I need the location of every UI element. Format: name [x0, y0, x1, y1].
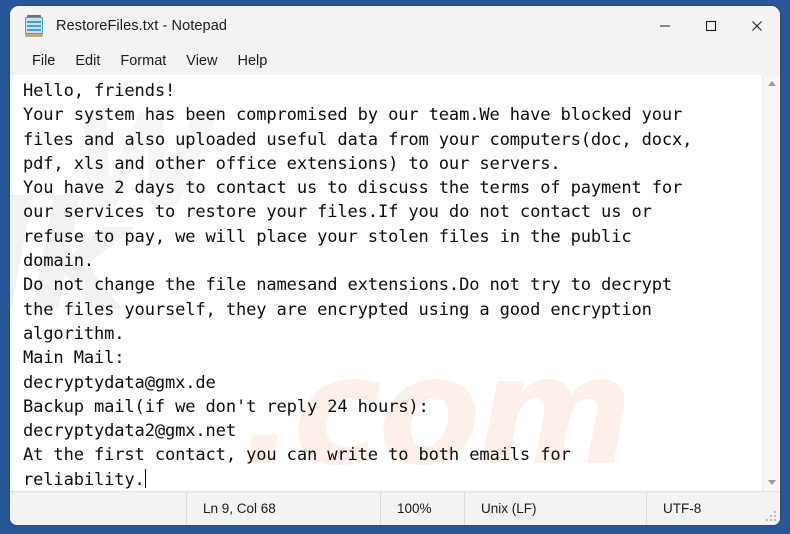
editor-area: W lk .com Hello, friends! Your system ha…	[10, 75, 780, 491]
minimize-icon	[660, 25, 670, 27]
menu-item-edit[interactable]: Edit	[65, 50, 110, 72]
window-controls	[642, 6, 780, 46]
minimize-button[interactable]	[642, 6, 688, 46]
text-caret	[144, 468, 147, 488]
scroll-up-button[interactable]	[763, 75, 780, 92]
title-bar[interactable]: RestoreFiles.txt - Notepad	[10, 6, 780, 46]
vertical-scrollbar[interactable]	[762, 75, 780, 491]
menu-item-help[interactable]: Help	[227, 50, 277, 72]
notepad-icon	[24, 15, 44, 37]
menu-item-view[interactable]: View	[176, 50, 227, 72]
menu-item-file[interactable]: File	[22, 50, 65, 72]
status-bar: Ln 9, Col 68 100% Unix (LF) UTF-8	[10, 491, 780, 525]
maximize-icon	[705, 20, 717, 32]
text-editor[interactable]: Hello, friends! Your system has been com…	[10, 75, 762, 491]
resize-grip-icon[interactable]	[764, 509, 776, 521]
menu-bar: File Edit Format View Help	[10, 46, 780, 75]
maximize-button[interactable]	[688, 6, 734, 46]
desktop-backdrop: RestoreFiles.txt - Notepad File Edit For…	[0, 0, 790, 534]
notepad-window: RestoreFiles.txt - Notepad File Edit For…	[10, 6, 780, 525]
status-spacer	[10, 492, 186, 525]
status-zoom-level[interactable]: 100%	[380, 492, 464, 525]
close-button[interactable]	[734, 6, 780, 46]
scroll-up-icon	[767, 81, 776, 86]
status-line-column[interactable]: Ln 9, Col 68	[186, 492, 380, 525]
scroll-down-icon	[767, 480, 776, 485]
scroll-down-button[interactable]	[763, 474, 780, 491]
menu-item-format[interactable]: Format	[110, 50, 176, 72]
status-line-ending[interactable]: Unix (LF)	[464, 492, 646, 525]
close-icon	[752, 21, 762, 31]
status-encoding[interactable]: UTF-8	[646, 492, 780, 525]
window-title: RestoreFiles.txt - Notepad	[56, 18, 228, 34]
document-text: Hello, friends! Your system has been com…	[23, 81, 693, 490]
